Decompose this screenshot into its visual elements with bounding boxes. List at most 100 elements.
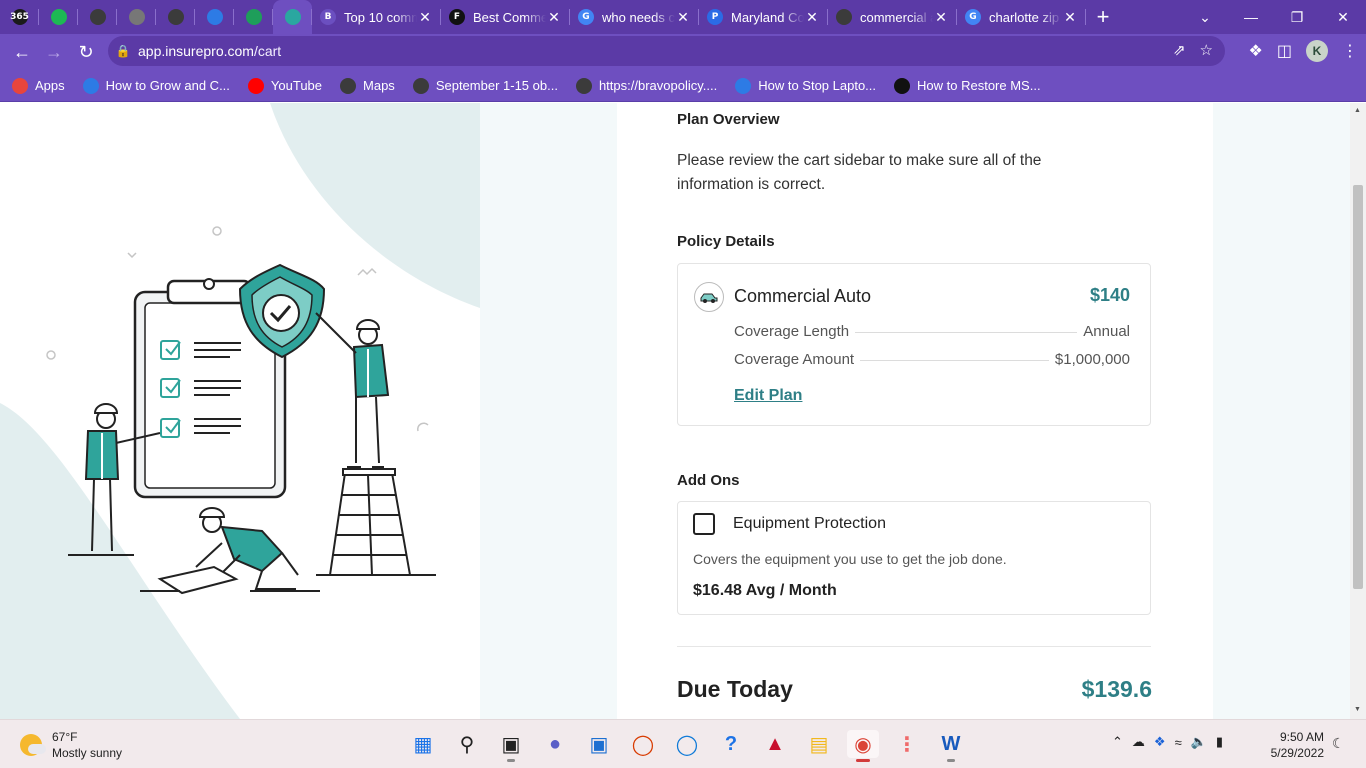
edit-plan-link[interactable]: Edit Plan xyxy=(734,387,802,405)
search-icon[interactable]: ⚲ xyxy=(451,730,483,758)
onedrive-icon[interactable]: ☁ xyxy=(1132,734,1145,750)
construction-workers-illustration xyxy=(0,103,480,719)
clock-time: 9:50 AM xyxy=(1279,730,1324,744)
bookmark-label: How to Stop Lapto... xyxy=(758,78,877,93)
pinned-tab[interactable]: 365 xyxy=(0,0,39,34)
chat-icon[interactable]: ● xyxy=(539,730,571,758)
pinned-tab[interactable] xyxy=(117,0,156,34)
asana-icon[interactable]: ⋮ xyxy=(891,730,923,758)
lock-icon[interactable]: 🔒 xyxy=(108,44,138,58)
clock[interactable]: 9:50 AM 5/29/2022 xyxy=(1262,729,1324,761)
volume-icon[interactable]: 🔈 xyxy=(1191,734,1207,750)
mcafee-icon[interactable]: ▲ xyxy=(759,730,791,758)
browser-tab[interactable]: F Best Commercial✕ xyxy=(441,0,570,34)
coverage-amount-row: Coverage Amount $1,000,000 xyxy=(734,349,1130,369)
close-tab-icon[interactable]: ✕ xyxy=(675,9,691,26)
close-window-button[interactable]: ✕ xyxy=(1320,9,1366,26)
help-icon[interactable]: ? xyxy=(715,730,747,758)
tab-strip: 365 BTop 10 commercial✕FBest Commercial✕… xyxy=(0,0,1366,34)
tray-chevron-icon[interactable]: ⌃ xyxy=(1112,734,1123,750)
bookmark-star-icon[interactable]: ☆ xyxy=(1200,41,1213,59)
bookmark-item[interactable]: How to Restore MS... xyxy=(894,77,1041,94)
close-tab-icon[interactable]: ✕ xyxy=(933,9,949,26)
bookmarks-bar: Apps How to Grow and C... YouTube Maps Septe… xyxy=(0,70,1366,102)
youtube-icon xyxy=(247,77,264,94)
scrollbar-thumb[interactable] xyxy=(1353,185,1363,589)
tab-search-button[interactable]: ⌄ xyxy=(1182,9,1228,26)
bookmark-label: https://bravopolicy.... xyxy=(598,78,718,93)
tab-favicon-icon: P xyxy=(707,9,723,25)
share-icon[interactable]: ⇗ xyxy=(1173,41,1186,59)
scroll-up-arrow[interactable]: ▲ xyxy=(1354,107,1361,114)
bookmark-item[interactable]: Apps xyxy=(12,77,65,94)
globe-icon xyxy=(340,77,357,94)
divider xyxy=(677,646,1151,647)
coverage-length-row: Coverage Length Annual xyxy=(734,321,1130,341)
reload-button[interactable]: ↻ xyxy=(70,42,102,63)
file-explorer-icon[interactable]: ▤ xyxy=(803,730,835,758)
microsoft-365-icon: 365 xyxy=(10,9,29,25)
edge-icon[interactable]: ◯ xyxy=(671,730,703,758)
addon-name[interactable]: Equipment Protection xyxy=(733,515,886,533)
pinned-tab[interactable] xyxy=(234,0,273,34)
side-panel-icon[interactable]: ◫ xyxy=(1277,41,1292,61)
browser-tab[interactable]: P Maryland Commercial✕ xyxy=(699,0,828,34)
pinned-tab[interactable] xyxy=(39,0,78,34)
coverage-amount-value: $1,000,000 xyxy=(1054,350,1130,368)
globe-icon xyxy=(89,9,106,25)
policy-details-title: Policy Details xyxy=(677,233,775,250)
chrome-icon[interactable]: ◉ xyxy=(847,730,879,762)
pinned-tab[interactable] xyxy=(195,0,234,34)
store-icon[interactable]: ▣ xyxy=(583,730,615,758)
bookmark-item[interactable]: Maps xyxy=(340,77,395,94)
equipment-protection-checkbox[interactable] xyxy=(693,513,715,535)
scroll-down-arrow[interactable]: ▼ xyxy=(1354,706,1361,713)
apps-grid-icon xyxy=(12,77,28,94)
bookmark-item[interactable]: YouTube xyxy=(247,77,322,94)
word-icon[interactable]: W xyxy=(935,730,967,762)
profile-avatar[interactable]: K xyxy=(1306,40,1328,62)
pinned-tab[interactable] xyxy=(156,0,195,34)
menu-icon[interactable]: ⋮ xyxy=(1342,41,1358,61)
minimize-button[interactable]: — xyxy=(1228,9,1274,25)
close-tab-icon[interactable]: ✕ xyxy=(417,9,433,26)
weather-widget[interactable]: 67°F Mostly sunny xyxy=(20,729,122,761)
browser-tab[interactable]: B Top 10 commercial✕ xyxy=(312,0,441,34)
close-tab-icon[interactable]: ✕ xyxy=(804,9,820,26)
bookmark-item[interactable]: How to Grow and C... xyxy=(82,77,230,94)
bookmark-item[interactable]: September 1-15 ob... xyxy=(412,77,558,94)
policy-card: Commercial Auto $140 Coverage Length Ann… xyxy=(677,263,1151,426)
wifi-icon[interactable]: ≈ xyxy=(1175,735,1182,750)
bookmark-item[interactable]: https://bravopolicy.... xyxy=(575,77,718,94)
dropbox-icon[interactable]: ❖ xyxy=(1154,734,1166,750)
addon-card: Equipment Protection Covers the equipmen… xyxy=(677,501,1151,615)
back-button[interactable]: ← xyxy=(6,42,38,63)
address-bar[interactable]: 🔒 app.insurepro.com/cart ⇗ ☆ xyxy=(108,36,1225,66)
system-tray: ⌃ ☁ ❖ ≈ 🔈 ▮ xyxy=(1112,734,1223,750)
office-icon[interactable]: ◯ xyxy=(627,730,659,758)
close-tab-icon[interactable]: ✕ xyxy=(546,9,562,26)
pinned-tab[interactable] xyxy=(273,0,312,34)
notifications-icon[interactable]: ☾ xyxy=(1332,735,1345,752)
due-today-amount: $139.6 xyxy=(1081,676,1152,702)
forward-button[interactable]: → xyxy=(38,42,70,63)
tab-title: Best Commercial xyxy=(473,9,546,25)
bookmark-item[interactable]: How to Stop Lapto... xyxy=(735,77,877,94)
addon-description: Covers the equipment you use to get the … xyxy=(693,551,1007,567)
restore-button[interactable]: ❐ xyxy=(1274,9,1320,26)
weather-condition: Mostly sunny xyxy=(52,746,123,760)
pinned-tab[interactable] xyxy=(78,0,117,34)
battery-icon[interactable]: ▮ xyxy=(1216,734,1223,750)
new-tab-button[interactable]: + xyxy=(1086,0,1120,34)
browser-tab[interactable]: commercial auto✕ xyxy=(828,0,957,34)
partly-sunny-icon xyxy=(20,734,46,756)
browser-tab[interactable]: Gwho needs commercial✕ xyxy=(570,0,699,34)
start-icon[interactable]: ▦ xyxy=(407,730,439,758)
browser-tab[interactable]: Gcharlotte zip ✕ xyxy=(957,0,1086,34)
close-tab-icon[interactable]: ✕ xyxy=(1062,9,1078,26)
extensions-icon[interactable]: ❖ xyxy=(1249,41,1263,61)
page-scrollbar[interactable]: ▲ ▼ xyxy=(1350,103,1366,719)
insurepro-icon xyxy=(284,9,301,25)
task-view-icon[interactable]: ▣ xyxy=(495,730,527,762)
url-text[interactable]: app.insurepro.com/cart xyxy=(138,43,281,59)
